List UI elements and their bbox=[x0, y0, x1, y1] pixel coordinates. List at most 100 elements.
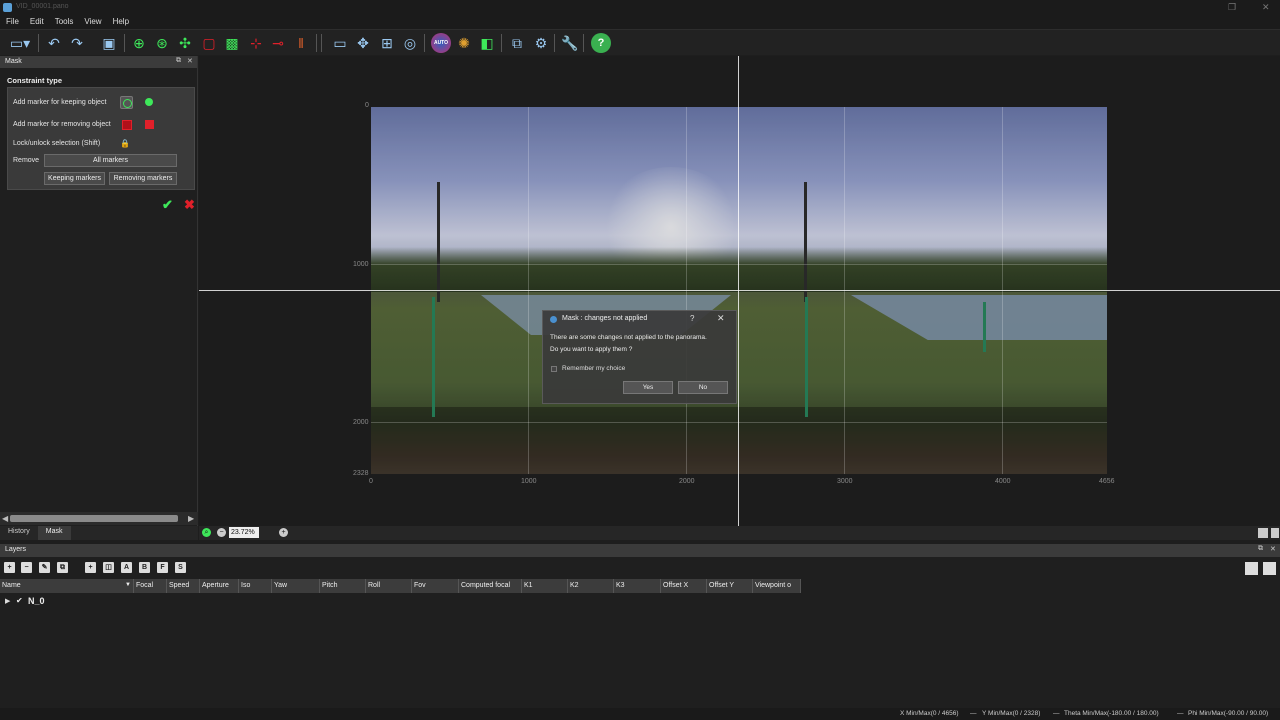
close-panel-icon[interactable]: ✕ bbox=[187, 57, 193, 65]
panorama-viewport[interactable]: 0 1000 2000 2328 0 1000 2000 3000 4000 4… bbox=[199, 56, 1280, 526]
zoom-level-field[interactable]: 23.72% bbox=[229, 527, 259, 538]
red-frame-icon[interactable]: ▢ bbox=[199, 33, 219, 53]
menu-file[interactable]: File bbox=[0, 15, 24, 29]
column-offset-x[interactable]: Offset X bbox=[661, 579, 707, 593]
zoom-in-icon[interactable]: + bbox=[279, 528, 288, 537]
move-target-icon[interactable]: ⊕ bbox=[129, 33, 149, 53]
panel-horizontal-scrollbar[interactable]: ◀ ▶ bbox=[0, 512, 198, 525]
rotate-target-icon[interactable]: ⊛ bbox=[152, 33, 172, 53]
table-row[interactable]: ▶ ✔ N_0 bbox=[0, 594, 400, 608]
remove-removing-markers-button[interactable]: Removing markers bbox=[109, 172, 177, 185]
status-phi-range: Phi Min/Max(-90.00 / 90.00) bbox=[1188, 710, 1269, 717]
layer-tool-icon[interactable]: + bbox=[85, 562, 96, 573]
lock-icon[interactable]: 🔒 bbox=[120, 139, 130, 148]
layer-tool-a-icon[interactable]: A bbox=[121, 562, 132, 573]
tab-history[interactable]: History bbox=[0, 526, 38, 540]
view-mode-icon[interactable] bbox=[1263, 562, 1276, 575]
view-mode-icon[interactable] bbox=[1245, 562, 1258, 575]
column-roll[interactable]: Roll bbox=[366, 579, 412, 593]
float-panel-icon[interactable]: ⧉ bbox=[1258, 545, 1263, 553]
move-icon[interactable]: ✥ bbox=[353, 33, 373, 53]
column-k1[interactable]: K1 bbox=[522, 579, 568, 593]
column-aperture[interactable]: Aperture bbox=[200, 579, 239, 593]
float-panel-icon[interactable]: ⧉ bbox=[176, 57, 181, 65]
remove-marker-tool-icon[interactable] bbox=[120, 118, 133, 131]
horizon-icon[interactable]: ⊹ bbox=[246, 33, 266, 53]
scroll-right-icon[interactable]: ▶ bbox=[188, 514, 194, 523]
x-tick: 4656 bbox=[1099, 478, 1115, 485]
remember-choice-checkbox[interactable] bbox=[551, 366, 557, 372]
redo-icon[interactable]: ↷ bbox=[67, 33, 87, 53]
gear-icon[interactable]: ⚙ bbox=[531, 33, 551, 53]
remove-all-markers-button[interactable]: All markers bbox=[44, 154, 177, 167]
column-pitch[interactable]: Pitch bbox=[320, 579, 366, 593]
layer-visibility-checkbox[interactable]: ✔ bbox=[16, 596, 23, 605]
help-icon[interactable]: ? bbox=[591, 33, 611, 53]
edit-layer-icon[interactable]: ✎ bbox=[39, 562, 50, 573]
scroll-thumb[interactable] bbox=[10, 515, 178, 522]
green-frame-icon[interactable]: ▩ bbox=[222, 33, 242, 53]
toolbar-separator bbox=[38, 34, 39, 52]
expand-arrow-icon[interactable]: ▶ bbox=[5, 597, 10, 605]
wrench-icon[interactable]: 🔧 bbox=[560, 33, 580, 53]
keep-marker-label: Add marker for keeping object bbox=[13, 99, 107, 106]
column-viewpoint[interactable]: Viewpoint o bbox=[753, 579, 801, 593]
column-k3[interactable]: K3 bbox=[614, 579, 661, 593]
layer-tool-f-icon[interactable]: F bbox=[157, 562, 168, 573]
apply-check-icon[interactable]: ✔ bbox=[162, 197, 173, 213]
scroll-left-icon[interactable]: ◀ bbox=[2, 514, 8, 523]
restore-icon[interactable]: ❐ bbox=[1228, 2, 1236, 13]
vertical-lines-icon[interactable]: ‖ bbox=[291, 33, 311, 53]
remove-marker-fill-icon[interactable] bbox=[143, 118, 156, 131]
column-yaw[interactable]: Yaw bbox=[272, 579, 320, 593]
grid-toggle-icon[interactable] bbox=[1258, 528, 1268, 538]
close-window-icon[interactable]: ✕ bbox=[1262, 2, 1270, 13]
cancel-x-icon[interactable]: ✖ bbox=[184, 197, 195, 213]
column-offset-y[interactable]: Offset Y bbox=[707, 579, 753, 593]
column-speed[interactable]: Speed bbox=[167, 579, 200, 593]
layer-tool-icon[interactable]: ◫ bbox=[103, 562, 114, 573]
layers-icon[interactable]: ◧ bbox=[477, 33, 497, 53]
column-k2[interactable]: K2 bbox=[568, 579, 614, 593]
menu-view[interactable]: View bbox=[78, 15, 106, 29]
transform-icon[interactable]: ⊞ bbox=[377, 33, 397, 53]
straighten-icon[interactable]: ⊸ bbox=[268, 33, 288, 53]
toolbar-separator bbox=[124, 34, 125, 52]
zoom-out-icon[interactable]: − bbox=[217, 528, 226, 537]
column-fov[interactable]: Fov bbox=[412, 579, 459, 593]
arrows-target-icon[interactable]: ✣ bbox=[175, 33, 195, 53]
dialog-close-icon[interactable]: ✕ bbox=[717, 313, 725, 324]
monitor-dropdown-icon[interactable]: ▭▾ bbox=[5, 33, 35, 53]
export-icon[interactable]: ⧉ bbox=[507, 33, 527, 53]
image-icon[interactable]: ▣ bbox=[97, 33, 121, 53]
column-computed-focal[interactable]: Computed focal bbox=[459, 579, 522, 593]
close-panel-icon[interactable]: ✕ bbox=[1270, 545, 1276, 553]
menu-tools[interactable]: Tools bbox=[49, 15, 79, 29]
auto-color-icon[interactable]: AUTO bbox=[431, 33, 451, 53]
remove-keeping-markers-button[interactable]: Keeping markers bbox=[44, 172, 105, 185]
dialog-help-icon[interactable]: ? bbox=[690, 314, 694, 323]
menu-help[interactable]: Help bbox=[107, 15, 134, 29]
dialog-message-line1: There are some changes not applied to th… bbox=[550, 334, 707, 341]
no-button[interactable]: No bbox=[678, 381, 728, 394]
undo-icon[interactable]: ↶ bbox=[44, 33, 64, 53]
preview-icon[interactable]: ▭ bbox=[330, 33, 350, 53]
keep-marker-fill-icon[interactable] bbox=[143, 96, 156, 109]
menu-edit[interactable]: Edit bbox=[24, 15, 49, 29]
globe-pointer-icon[interactable]: ◎ bbox=[400, 33, 420, 53]
layer-tool-s-icon[interactable]: S bbox=[175, 562, 186, 573]
color-wheel-icon[interactable]: ✺ bbox=[454, 33, 474, 53]
y-tick: 0 bbox=[365, 102, 369, 109]
duplicate-layer-icon[interactable]: ⧉ bbox=[57, 562, 68, 573]
keep-marker-tool-icon[interactable] bbox=[120, 96, 133, 109]
panel-toggle-icon[interactable] bbox=[1271, 528, 1279, 538]
add-layer-icon[interactable]: + bbox=[4, 562, 15, 573]
column-name[interactable]: Name ▼ bbox=[0, 579, 134, 593]
yes-button[interactable]: Yes bbox=[623, 381, 673, 394]
layer-tool-b-icon[interactable]: B bbox=[139, 562, 150, 573]
tab-mask[interactable]: Mask bbox=[37, 526, 71, 540]
remove-layer-icon[interactable]: − bbox=[21, 562, 32, 573]
column-iso[interactable]: Iso bbox=[239, 579, 272, 593]
zoom-fit-icon[interactable]: ⌕ bbox=[202, 528, 211, 537]
column-focal[interactable]: Focal bbox=[134, 579, 167, 593]
